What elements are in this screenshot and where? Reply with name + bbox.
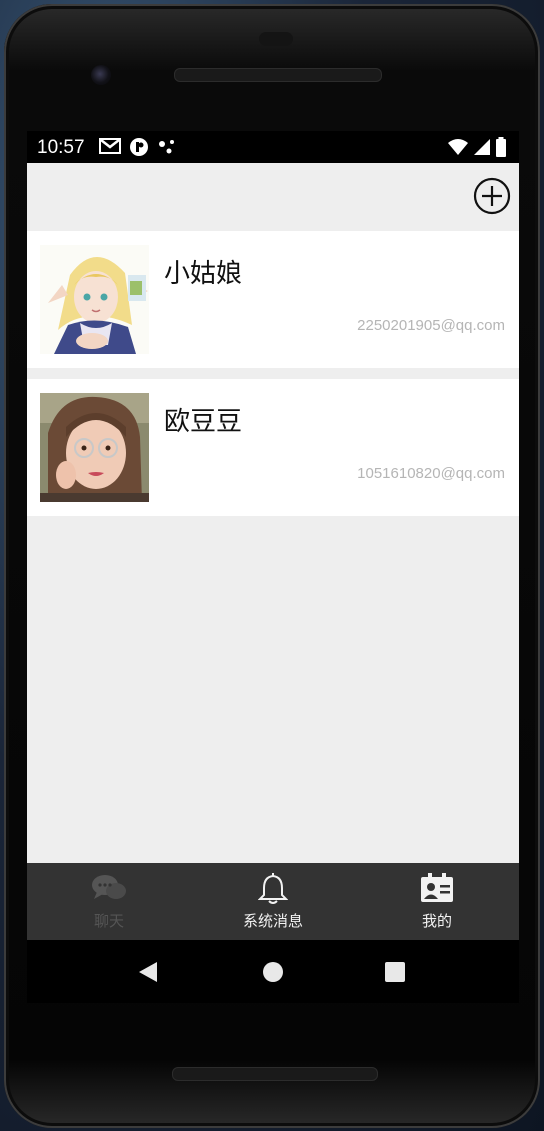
home-icon[interactable] (262, 960, 284, 984)
photo-girl-avatar (40, 393, 149, 502)
app-content: 小姑娘 2250201905@qq.com 欧豆豆 1051610820@qq.… (27, 163, 519, 940)
battery-icon (496, 137, 506, 157)
contact-item[interactable]: 小姑娘 2250201905@qq.com (27, 231, 519, 368)
tab-label: 系统消息 (242, 912, 303, 930)
earpiece (259, 32, 293, 46)
tab-label: 聊天 (93, 912, 124, 930)
dots-icon (159, 140, 174, 154)
recents-icon[interactable] (384, 960, 406, 984)
anime-elf-girl-avatar (40, 245, 149, 354)
contact-item[interactable]: 欧豆豆 1051610820@qq.com (27, 379, 519, 516)
android-nav-bar (27, 940, 519, 1003)
wifi-icon (448, 139, 468, 155)
tab-chat[interactable]: 聊天 (27, 863, 191, 940)
status-bar: 10:57 (27, 131, 519, 163)
plus-circle-icon[interactable] (473, 177, 511, 215)
tab-system-messages[interactable]: 系统消息 (191, 863, 355, 940)
contact-card-icon (421, 873, 453, 902)
top-toolbar (27, 163, 519, 231)
app-icon (130, 138, 148, 156)
signal-icon (474, 139, 490, 155)
phone-screen: 10:57 小姑娘 2250201905@qq.com 欧豆豆 10516108… (27, 131, 519, 1003)
bell-icon (258, 873, 288, 904)
front-camera (91, 65, 111, 85)
contact-email: 2250201905@qq.com (357, 317, 505, 334)
back-icon[interactable] (137, 960, 159, 984)
bottom-speaker-grille (172, 1067, 378, 1081)
contact-name: 小姑娘 (164, 259, 243, 289)
bottom-tab-bar: 聊天 系统消息 我的 (27, 863, 519, 940)
status-time: 10:57 (37, 137, 85, 158)
contact-name: 欧豆豆 (164, 407, 243, 437)
top-speaker-grille (174, 68, 382, 82)
gmail-icon (99, 138, 121, 154)
tab-mine[interactable]: 我的 (355, 863, 519, 940)
tab-label: 我的 (421, 912, 452, 930)
contact-email: 1051610820@qq.com (357, 465, 505, 482)
chat-bubbles-icon (92, 875, 126, 899)
